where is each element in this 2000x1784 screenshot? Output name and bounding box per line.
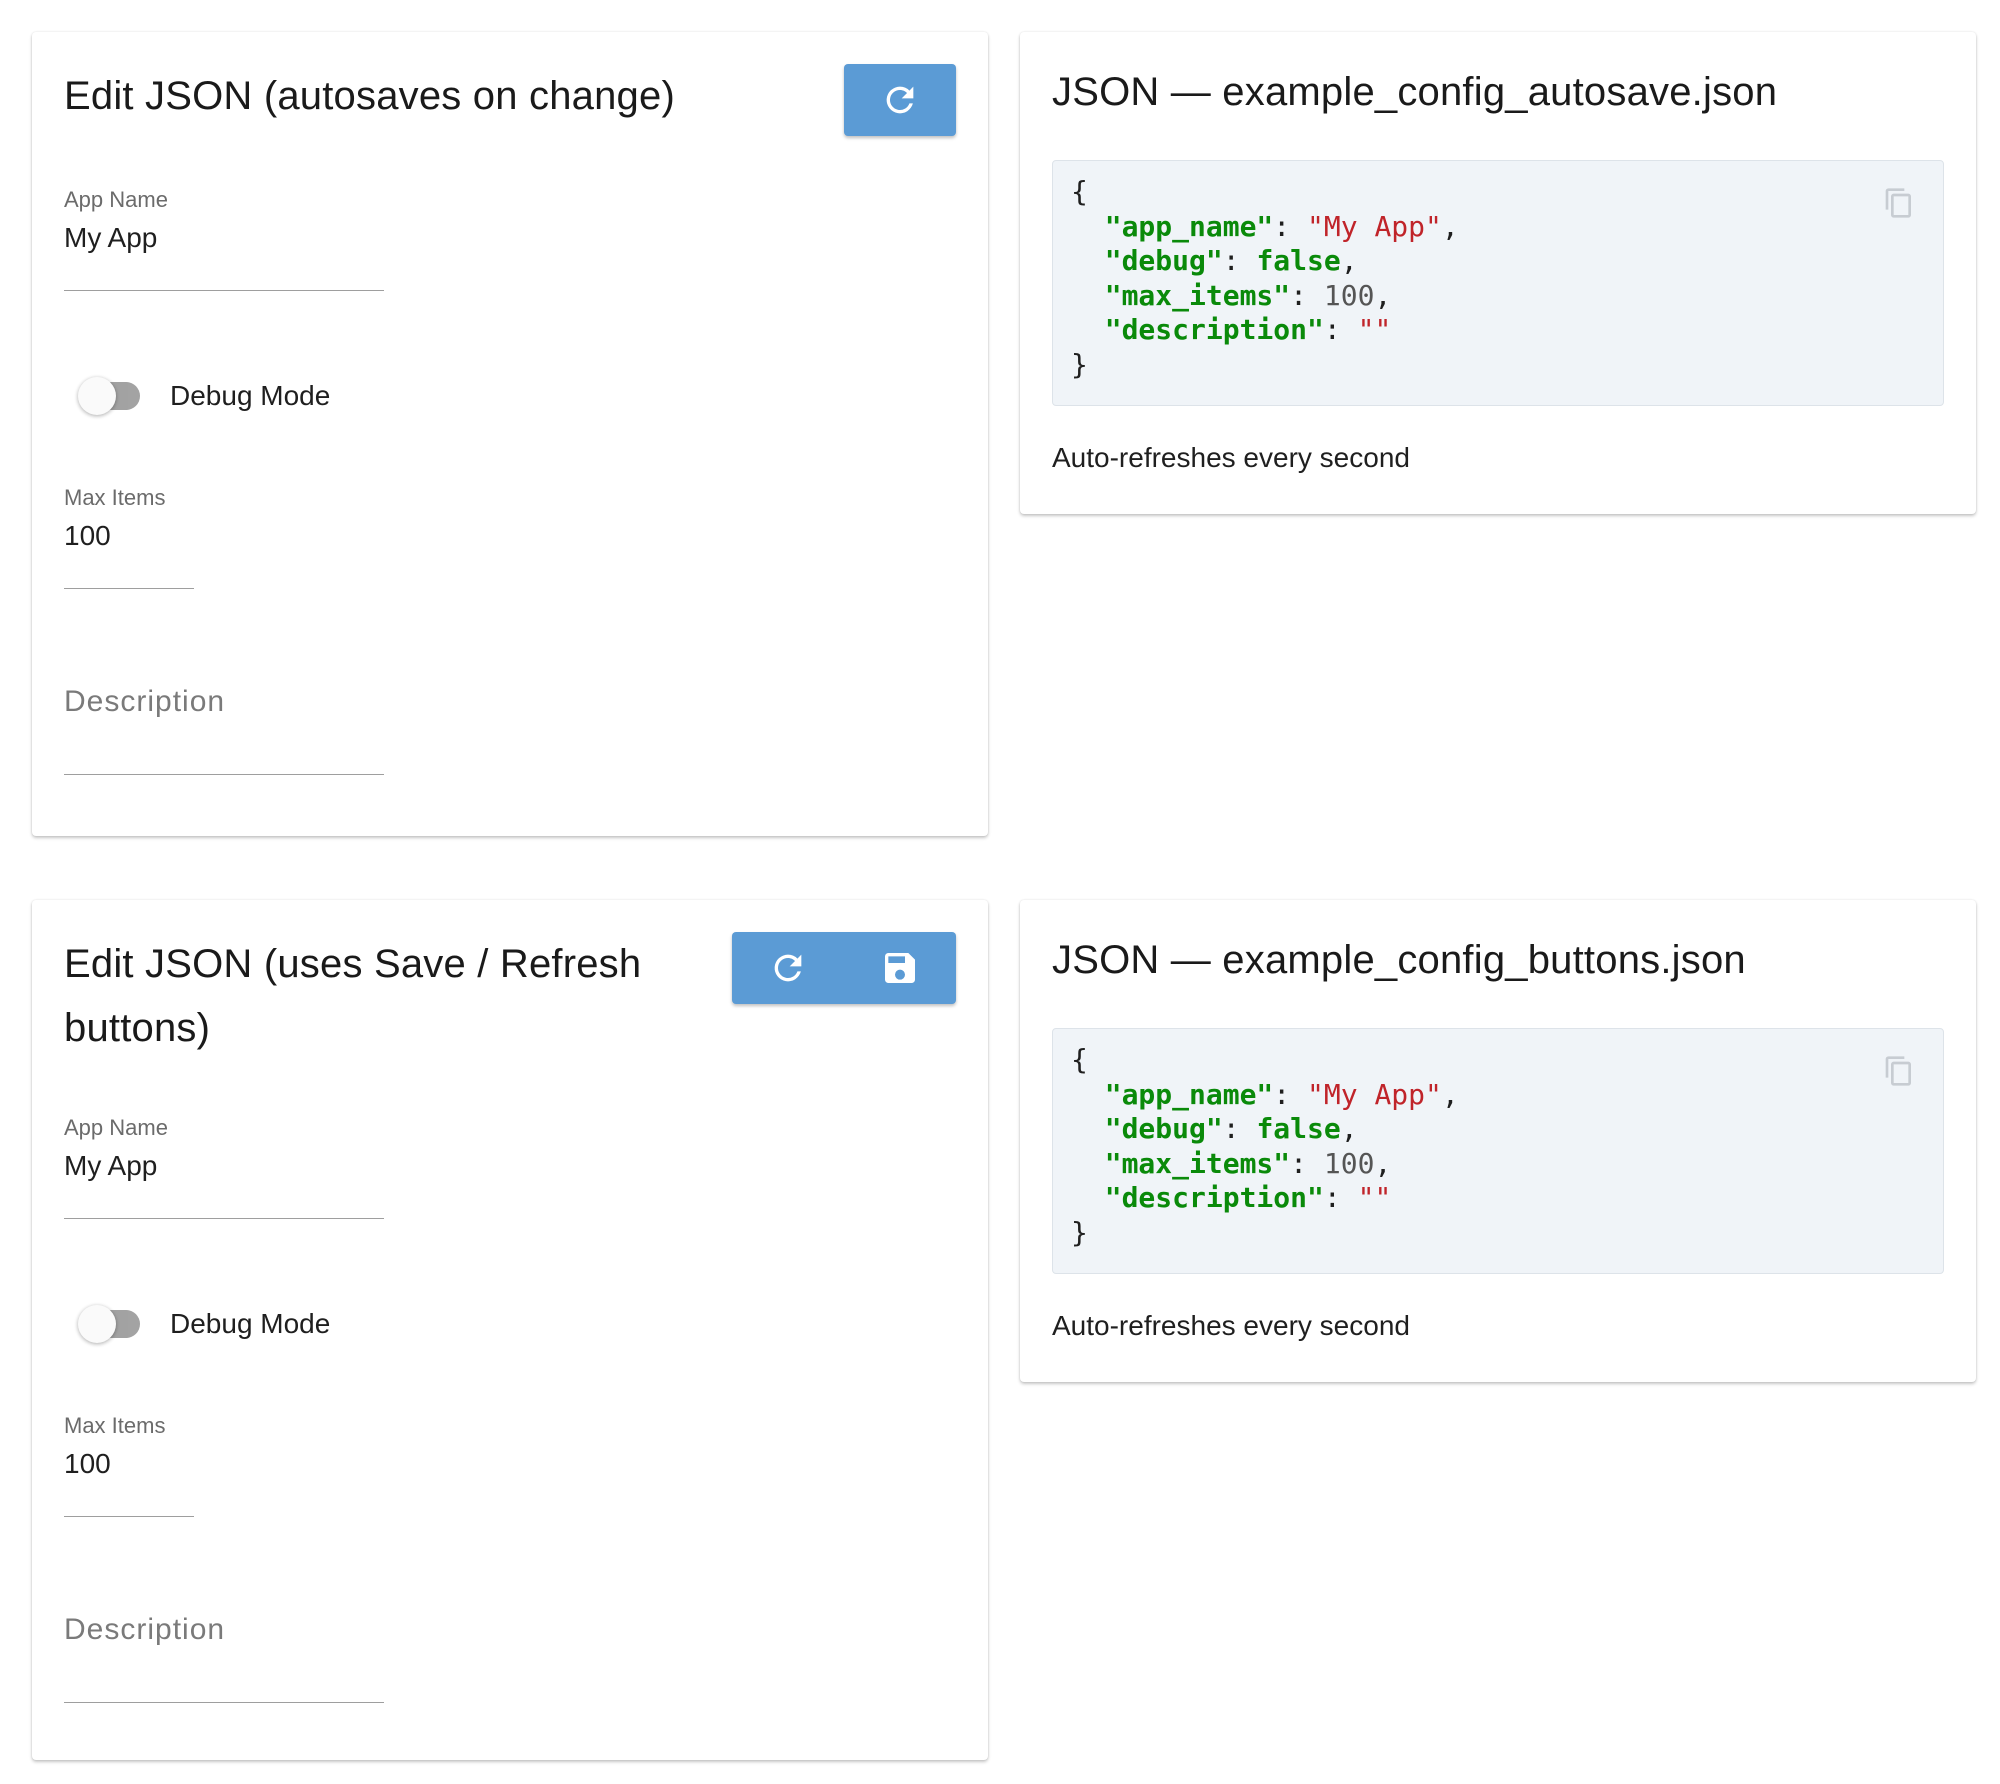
editor-title-line-2: buttons)	[64, 1006, 211, 1050]
debug-toggle[interactable]: Debug Mode	[78, 1305, 331, 1343]
field-underline	[64, 1218, 384, 1219]
debug-toggle-label: Debug Mode	[170, 1308, 331, 1339]
json-value: ""	[1357, 1181, 1392, 1214]
field-underline	[64, 588, 194, 589]
json-key: "description"	[1104, 313, 1324, 346]
json-comma: ,	[1374, 1146, 1392, 1180]
json-key: "max_items"	[1104, 278, 1291, 312]
max-items-label: Max Items	[64, 485, 166, 510]
debug-toggle[interactable]: Debug Mode	[78, 377, 331, 415]
json-value: 100	[1323, 1146, 1375, 1180]
editor-card-autosave: Edit JSON (autosaves on change) App Name…	[32, 32, 988, 836]
copy-icon[interactable]	[1883, 1055, 1915, 1092]
app-name-value[interactable]: My App	[64, 1148, 384, 1184]
json-code-block: { "app_name": "My App", "debug": false, …	[1052, 160, 1944, 406]
description-field[interactable]: Description	[64, 682, 384, 776]
debug-toggle-track[interactable]	[78, 1305, 140, 1343]
save-button[interactable]	[844, 932, 956, 1004]
max-items-value[interactable]: 100	[64, 1446, 194, 1482]
description-placeholder[interactable]: Description	[64, 682, 384, 722]
json-key: "max_items"	[1104, 1146, 1291, 1180]
json-viewer-card-buttons: JSON — example_config_buttons.json { "ap…	[1020, 900, 1976, 1382]
json-close-brace: }	[1071, 1215, 1088, 1249]
debug-toggle-thumb[interactable]	[78, 1305, 116, 1343]
copy-icon[interactable]	[1883, 187, 1915, 224]
json-value: 100	[1323, 278, 1375, 312]
json-comma: ,	[1441, 209, 1459, 243]
description-field[interactable]: Description	[64, 1610, 384, 1704]
debug-toggle-thumb[interactable]	[78, 377, 116, 415]
json-value: false	[1256, 1112, 1341, 1145]
viewer-title: JSON — example_config_autosave.json	[1052, 70, 1778, 114]
debug-toggle-track[interactable]	[78, 377, 140, 415]
app-name-field[interactable]: App Name My App	[64, 1114, 384, 1220]
field-underline	[64, 1702, 384, 1703]
json-code-block: { "app_name": "My App", "debug": false, …	[1052, 1028, 1944, 1274]
json-comma: ,	[1340, 244, 1358, 277]
save-icon	[885, 953, 915, 983]
refresh-button[interactable]	[844, 64, 956, 136]
max-items-value[interactable]: 100	[64, 518, 194, 554]
description-placeholder[interactable]: Description	[64, 1610, 384, 1650]
editor-card-buttons: Edit JSON (uses Save / Refresh buttons) …	[32, 900, 988, 1760]
field-underline	[64, 774, 384, 775]
json-key: "debug"	[1104, 1112, 1223, 1145]
editor-title: Edit JSON (uses Save / Refresh buttons)	[64, 932, 641, 1060]
json-comma: ,	[1374, 278, 1392, 312]
json-code: { "app_name": "My App", "debug": false, …	[1071, 1043, 1459, 1249]
max-items-field[interactable]: Max Items 100	[64, 484, 194, 590]
json-comma: ,	[1340, 1112, 1358, 1145]
debug-toggle-label: Debug Mode	[170, 380, 331, 411]
app-name-label: App Name	[64, 1115, 168, 1140]
field-underline	[64, 290, 384, 291]
json-value: false	[1256, 244, 1341, 277]
json-code: { "app_name": "My App", "debug": false, …	[1071, 175, 1459, 381]
json-open-brace: {	[1071, 1043, 1088, 1076]
auto-refresh-note: Auto-refreshes every second	[1052, 442, 1410, 473]
viewer-title: JSON — example_config_buttons.json	[1052, 938, 1746, 982]
json-key: "description"	[1104, 1181, 1324, 1214]
json-key: "app_name"	[1104, 1077, 1274, 1111]
json-key: "debug"	[1104, 244, 1223, 277]
json-open-brace: {	[1071, 175, 1088, 208]
json-value: "My App"	[1307, 209, 1442, 243]
app-name-label: App Name	[64, 187, 168, 212]
refresh-icon	[774, 954, 802, 982]
json-key: "app_name"	[1104, 209, 1274, 243]
json-viewer-card-autosave: JSON — example_config_autosave.json { "a…	[1020, 32, 1976, 514]
refresh-button[interactable]	[732, 932, 844, 1004]
max-items-label: Max Items	[64, 1413, 166, 1438]
max-items-field[interactable]: Max Items 100	[64, 1412, 194, 1518]
auto-refresh-note: Auto-refreshes every second	[1052, 1310, 1410, 1341]
refresh-icon	[886, 86, 914, 114]
button-group	[732, 932, 956, 1004]
field-underline	[64, 1516, 194, 1517]
editor-title: Edit JSON (autosaves on change)	[64, 74, 675, 118]
json-close-brace: }	[1071, 347, 1088, 381]
editor-title-line-1: Edit JSON (uses Save / Refresh	[64, 942, 642, 986]
json-value: "My App"	[1307, 1077, 1442, 1111]
button-group	[844, 64, 956, 136]
json-comma: ,	[1441, 1077, 1459, 1111]
json-value: ""	[1357, 313, 1392, 346]
app-name-field[interactable]: App Name My App	[64, 186, 384, 292]
app-name-value[interactable]: My App	[64, 220, 384, 256]
